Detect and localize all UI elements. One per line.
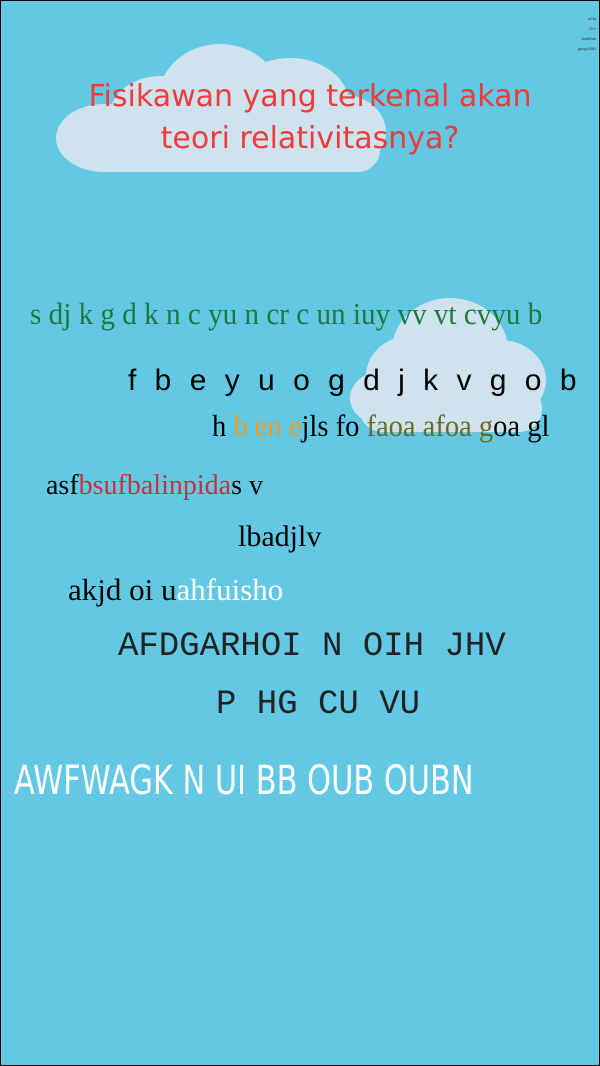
letter-segment: s v (231, 470, 263, 501)
tiny-notes: oClo GrY todiBink goog.SAD (566, 14, 596, 54)
letter-line-1: s dj k g d k n c yu n cr c un iuy vv vt … (30, 296, 543, 331)
letter-segment: oa gl (493, 408, 550, 443)
letter-segment: b (233, 408, 255, 443)
letter-line-3: h b en ejls fo faoa afoa goa gl (212, 408, 549, 444)
letter-segment: bsufbalinpida (78, 470, 232, 501)
letter-line-4: asfbsufbalinpidas v (46, 470, 263, 502)
letter-line-9: AWFWAGK N UI BB OUB OUBN (14, 758, 474, 804)
letter-line-2: f b e y u o g d j k v g o b (128, 364, 582, 397)
letter-segment: h (212, 408, 234, 443)
tiny-note: oClo (587, 16, 596, 21)
letter-segment: akjd oi u (68, 572, 177, 607)
question-title-line-1: Fisikawan yang terkenal akan (88, 79, 532, 114)
question-title-line-2: teori relativitasnya? (160, 121, 460, 156)
letter-line-5: lbadjlv (238, 520, 322, 553)
letter-line-8: P HG CU VU (216, 686, 421, 724)
letter-segment: faoa afoa g (366, 408, 494, 443)
tiny-note: todiBink (581, 36, 596, 41)
letter-line-6: akjd oi uahfuisho (68, 572, 283, 608)
letter-segment: asf (46, 470, 79, 501)
question-title: Fisikawan yang terkenal akan teori relat… (40, 76, 580, 160)
tiny-note: goog.SAD (577, 46, 596, 51)
letter-segment: ahfuisho (176, 572, 284, 607)
letter-line-7: AFDGARHOI N OIH JHV (118, 628, 506, 666)
letter-segment: en e (254, 408, 302, 443)
letter-segment: jls fo (301, 408, 367, 443)
tiny-note: GrY (588, 26, 596, 31)
